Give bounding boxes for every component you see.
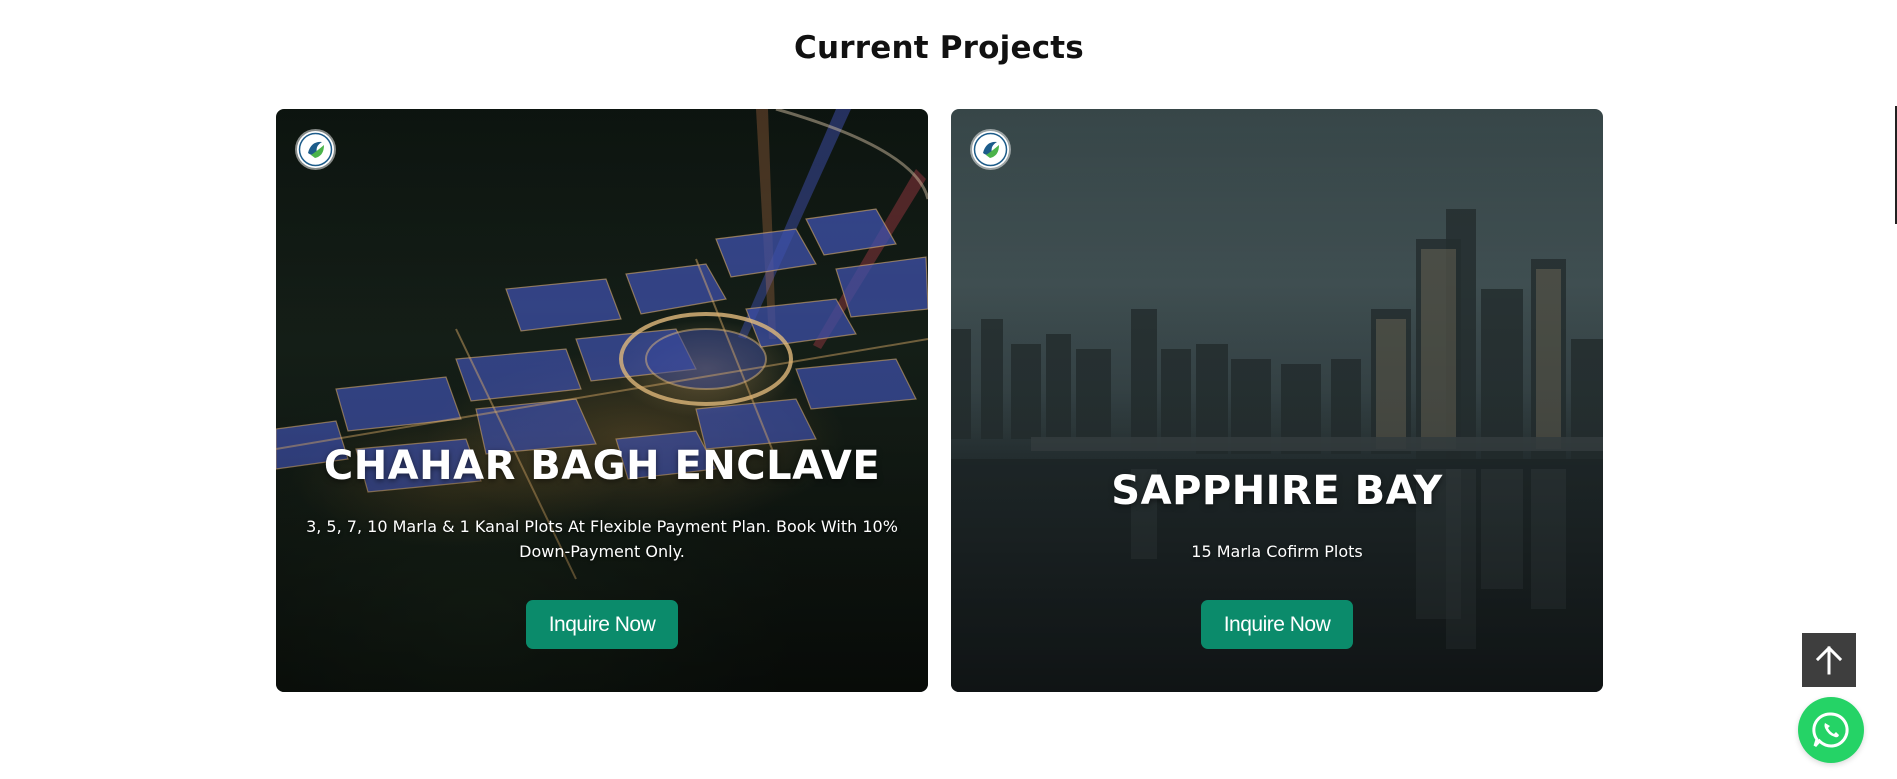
page: Current Projects CHAHAR BAGH ENCLAVE 3, … — [0, 0, 1897, 779]
project-card-sapphire-bay: SAPPHIRE BAY 15 Marla Cofirm Plots Inqui… — [951, 109, 1603, 692]
section-title: Current Projects — [794, 30, 1084, 66]
inquire-now-button[interactable]: Inquire Now — [1201, 600, 1353, 649]
company-logo-icon — [972, 131, 1009, 168]
inquire-now-button[interactable]: Inquire Now — [526, 600, 678, 649]
project-title: CHAHAR BAGH ENCLAVE — [323, 443, 881, 489]
project-title: SAPPHIRE BAY — [1111, 468, 1443, 514]
project-cards: CHAHAR BAGH ENCLAVE 3, 5, 7, 10 Marla & … — [276, 109, 1604, 692]
scroll-to-top-button[interactable] — [1802, 633, 1856, 687]
project-card-content: SAPPHIRE BAY 15 Marla Cofirm Plots Inqui… — [951, 467, 1603, 649]
company-logo-icon — [297, 131, 334, 168]
arrow-up-icon — [1815, 645, 1843, 675]
project-card-chahar-bagh: CHAHAR BAGH ENCLAVE 3, 5, 7, 10 Marla & … — [276, 109, 928, 692]
project-card-content: CHAHAR BAGH ENCLAVE 3, 5, 7, 10 Marla & … — [276, 442, 928, 649]
project-description: 15 Marla Cofirm Plots — [1191, 542, 1363, 561]
whatsapp-button[interactable] — [1798, 697, 1864, 763]
whatsapp-icon — [1812, 712, 1849, 748]
project-description: 3, 5, 7, 10 Marla & 1 Kanal Plots At Fle… — [306, 517, 898, 561]
